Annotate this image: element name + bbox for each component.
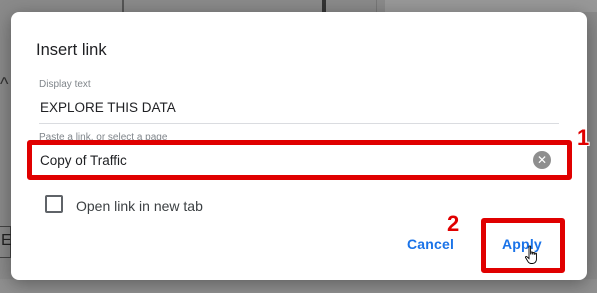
insert-link-dialog: Insert link Display text EXPLORE THIS DA… <box>11 12 587 280</box>
hand-cursor-icon <box>525 245 537 264</box>
background-chevron-icon: ^ <box>0 74 9 94</box>
background-panel <box>385 0 597 12</box>
cancel-button[interactable]: Cancel <box>407 236 454 252</box>
dialog-title: Insert link <box>36 41 107 59</box>
step-number-2: 2 <box>447 211 460 236</box>
step-number-1: 1 <box>577 125 590 150</box>
new-tab-checkbox[interactable] <box>45 195 63 213</box>
clear-icon[interactable]: ✕ <box>533 151 551 169</box>
new-tab-label[interactable]: Open link in new tab <box>76 198 203 214</box>
background-panel <box>0 279 597 293</box>
background-divider <box>122 0 124 12</box>
link-input[interactable] <box>40 150 520 170</box>
display-text-field[interactable]: EXPLORE THIS DATA <box>40 100 176 115</box>
display-text-underline <box>39 123 559 124</box>
background-divider <box>322 0 326 12</box>
display-text-label: Display text <box>39 79 91 90</box>
